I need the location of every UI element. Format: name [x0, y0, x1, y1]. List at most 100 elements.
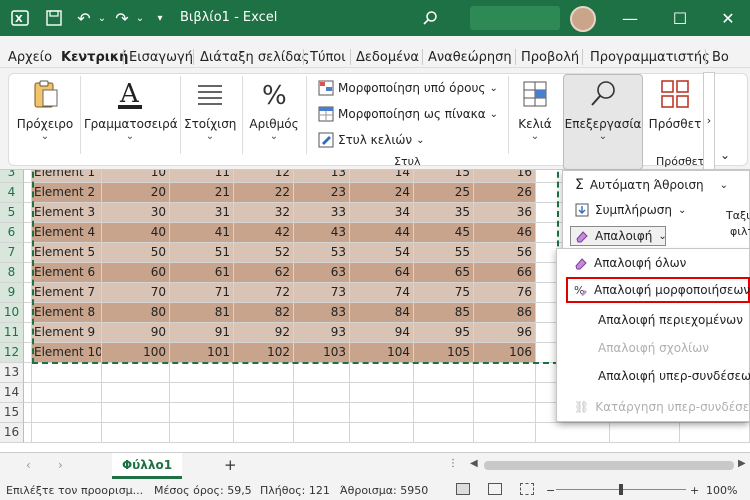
cell[interactable]: 103: [294, 343, 350, 363]
cell[interactable]: [414, 383, 474, 403]
cells-button[interactable]: Κελιά ⌄: [514, 78, 556, 142]
cell[interactable]: 85: [414, 303, 474, 323]
row-header[interactable]: 5: [0, 203, 24, 223]
cell[interactable]: 72: [234, 283, 294, 303]
redo-icon[interactable]: ↷: [112, 8, 132, 28]
cell[interactable]: [102, 363, 170, 383]
cell[interactable]: [680, 423, 750, 443]
cell[interactable]: 43: [294, 223, 350, 243]
ribbon-scroll-right[interactable]: ›: [703, 72, 715, 170]
cell[interactable]: 20: [102, 183, 170, 203]
cell[interactable]: [234, 383, 294, 403]
cell[interactable]: 26: [474, 183, 536, 203]
row-header[interactable]: 9: [0, 283, 24, 303]
cell[interactable]: 34: [350, 203, 414, 223]
cell[interactable]: 102: [234, 343, 294, 363]
customize-toolbar-icon[interactable]: ▾: [150, 8, 170, 28]
cell[interactable]: Element 1: [32, 170, 102, 183]
cell[interactable]: 61: [170, 263, 234, 283]
cell[interactable]: 64: [350, 263, 414, 283]
horizontal-scrollbar[interactable]: [484, 461, 734, 470]
cell[interactable]: [24, 223, 32, 243]
cell[interactable]: 91: [170, 323, 234, 343]
cell[interactable]: [234, 363, 294, 383]
alignment-button[interactable]: Στοίχιση ⌄: [184, 78, 236, 142]
cell[interactable]: [474, 423, 536, 443]
scroll-right-icon[interactable]: ▶: [738, 458, 746, 469]
cell[interactable]: [24, 383, 32, 403]
cell[interactable]: [24, 403, 32, 423]
cell[interactable]: [24, 183, 32, 203]
cell[interactable]: 24: [350, 183, 414, 203]
tab-page-layout[interactable]: Διάταξη σελίδας: [200, 50, 309, 65]
cell[interactable]: [170, 383, 234, 403]
tab-review[interactable]: Αναθεώρηση: [428, 50, 512, 65]
cell[interactable]: [102, 383, 170, 403]
cell[interactable]: [350, 403, 414, 423]
cell[interactable]: 22: [234, 183, 294, 203]
row-header[interactable]: 11: [0, 323, 24, 343]
cell[interactable]: 45: [414, 223, 474, 243]
cell[interactable]: 52: [234, 243, 294, 263]
fill-item[interactable]: Συμπλήρωση ⌄: [575, 203, 686, 217]
add-sheet-button[interactable]: +: [224, 456, 237, 474]
cell[interactable]: 23: [294, 183, 350, 203]
cell[interactable]: [170, 403, 234, 423]
cell[interactable]: 66: [474, 263, 536, 283]
maximize-button[interactable]: ☐: [668, 6, 692, 30]
sheet-tab-1[interactable]: Φύλλο1: [112, 453, 182, 479]
cell[interactable]: 90: [102, 323, 170, 343]
cell[interactable]: [24, 243, 32, 263]
cell[interactable]: Element 9: [32, 323, 102, 343]
cell[interactable]: 70: [102, 283, 170, 303]
cell[interactable]: 33: [294, 203, 350, 223]
cell[interactable]: 32: [234, 203, 294, 223]
cell[interactable]: [24, 303, 32, 323]
cell[interactable]: Element 2: [32, 183, 102, 203]
cell[interactable]: 81: [170, 303, 234, 323]
cell[interactable]: [32, 363, 102, 383]
cell[interactable]: 83: [294, 303, 350, 323]
row-header[interactable]: 12: [0, 343, 24, 363]
cell[interactable]: 51: [170, 243, 234, 263]
cell[interactable]: 40: [102, 223, 170, 243]
row-header[interactable]: 3: [0, 170, 24, 183]
zoom-level[interactable]: 100%: [706, 484, 737, 497]
cell[interactable]: [474, 383, 536, 403]
cell[interactable]: 25: [414, 183, 474, 203]
cell[interactable]: [610, 423, 680, 443]
cell[interactable]: 93: [294, 323, 350, 343]
cell[interactable]: [414, 363, 474, 383]
row-header[interactable]: 10: [0, 303, 24, 323]
clear-hyperlinks-item[interactable]: Απαλοιφή υπερ-συνδέσεων: [598, 369, 750, 383]
cell[interactable]: 104: [350, 343, 414, 363]
cell[interactable]: [24, 323, 32, 343]
cell[interactable]: [24, 343, 32, 363]
cell[interactable]: Element 6: [32, 263, 102, 283]
cell[interactable]: 101: [170, 343, 234, 363]
cell[interactable]: [350, 363, 414, 383]
page-layout-view-icon[interactable]: [488, 483, 502, 495]
cell[interactable]: 92: [234, 323, 294, 343]
clear-item[interactable]: Απαλοιφή ⌄: [575, 229, 667, 243]
cell[interactable]: [474, 363, 536, 383]
format-as-table-button[interactable]: Μορφοποίηση ως πίνακα ⌄: [318, 106, 498, 122]
cell[interactable]: [234, 403, 294, 423]
cell[interactable]: 50: [102, 243, 170, 263]
zoom-slider-thumb[interactable]: [619, 484, 623, 495]
cell[interactable]: 105: [414, 343, 474, 363]
number-button[interactable]: % Αριθμός ⌄: [246, 78, 302, 142]
row-header[interactable]: 8: [0, 263, 24, 283]
cell[interactable]: 14: [350, 170, 414, 183]
tab-file[interactable]: Αρχείο: [8, 50, 52, 65]
row-header[interactable]: 14: [0, 383, 24, 403]
cell[interactable]: [536, 423, 610, 443]
cell[interactable]: [24, 423, 32, 443]
tab-formulas[interactable]: Τύποι: [310, 50, 346, 65]
cell[interactable]: Element 5: [32, 243, 102, 263]
cell[interactable]: 62: [234, 263, 294, 283]
collapse-ribbon-icon[interactable]: ⌄: [720, 148, 730, 162]
search-field[interactable]: [470, 6, 560, 30]
cell[interactable]: Element 3: [32, 203, 102, 223]
clear-contents-item[interactable]: Απαλοιφή περιεχομένων: [598, 313, 743, 327]
